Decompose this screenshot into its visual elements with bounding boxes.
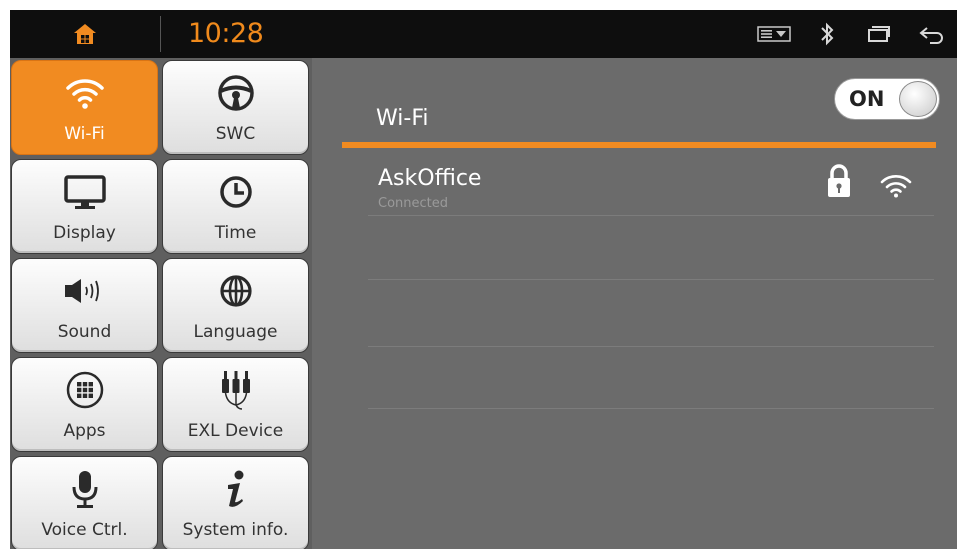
sidebar-item-wifi[interactable]: Wi-Fi: [11, 60, 158, 155]
back-icon[interactable]: [917, 22, 945, 46]
sidebar-item-voice-ctrl[interactable]: Voice Ctrl.: [11, 456, 158, 549]
sidebar-item-display[interactable]: Display: [11, 159, 158, 254]
sidebar-item-apps[interactable]: Apps: [11, 357, 158, 452]
wifi-icon: [12, 73, 157, 113]
wifi-panel: Wi-Fi ON AskOffice Connected: [312, 58, 957, 549]
sidebar-item-label: Time: [214, 223, 257, 243]
list-divider: [368, 408, 934, 409]
page-title: Wi-Fi: [376, 106, 429, 131]
sidebar-item-language[interactable]: Language: [162, 258, 309, 353]
audio-jacks-icon: [163, 370, 308, 410]
wifi-signal-icon: [880, 174, 912, 202]
network-name: AskOffice: [378, 166, 482, 191]
lock-icon: [826, 164, 852, 202]
steering-wheel-icon: [163, 73, 308, 113]
list-divider: [368, 279, 934, 280]
sidebar-item-time[interactable]: Time: [162, 159, 309, 254]
sidebar-item-sound[interactable]: Sound: [11, 258, 158, 353]
status-bar: 10:28: [10, 10, 957, 58]
bluetooth-icon[interactable]: [815, 22, 839, 46]
sidebar-item-label: EXL Device: [187, 421, 284, 441]
apps-grid-icon: [12, 370, 157, 410]
microphone-icon: [12, 469, 157, 509]
sidebar-item-exl-device[interactable]: EXL Device: [162, 357, 309, 452]
sidebar-item-system-info[interactable]: System info.: [162, 456, 309, 549]
status-divider: [160, 16, 161, 52]
toggle-knob[interactable]: [899, 81, 937, 117]
list-divider: [368, 346, 934, 347]
monitor-icon: [12, 172, 157, 212]
sidebar-item-label: Language: [193, 322, 278, 342]
wifi-toggle[interactable]: ON: [834, 78, 940, 120]
clock-icon: [163, 172, 308, 212]
info-icon: [163, 469, 308, 509]
settings-screen: 10:28 Wi-Fi SWC Display Time Sound Langu…: [10, 10, 957, 549]
toggle-label: ON: [849, 87, 885, 111]
sidebar-item-label: SWC: [215, 124, 256, 144]
globe-icon: [163, 271, 308, 311]
sidebar-item-swc[interactable]: SWC: [162, 60, 309, 155]
sidebar-item-label: Apps: [63, 421, 106, 441]
clock: 10:28: [188, 18, 264, 49]
sidebar-item-label: System info.: [182, 520, 289, 540]
home-icon: [74, 24, 96, 44]
title-divider: [342, 142, 936, 148]
settings-sidebar: Wi-Fi SWC Display Time Sound Language Ap…: [10, 58, 312, 549]
sidebar-item-label: Wi-Fi: [64, 124, 105, 144]
sidebar-item-label: Sound: [57, 322, 112, 342]
sidebar-item-label: Display: [53, 223, 116, 243]
window-icon[interactable]: [865, 22, 893, 46]
list-divider: [368, 215, 934, 216]
sidebar-item-label: Voice Ctrl.: [41, 520, 128, 540]
network-status: Connected: [378, 196, 449, 211]
media-icon[interactable]: [756, 22, 792, 46]
home-button[interactable]: [10, 10, 160, 58]
speaker-icon: [12, 271, 157, 311]
